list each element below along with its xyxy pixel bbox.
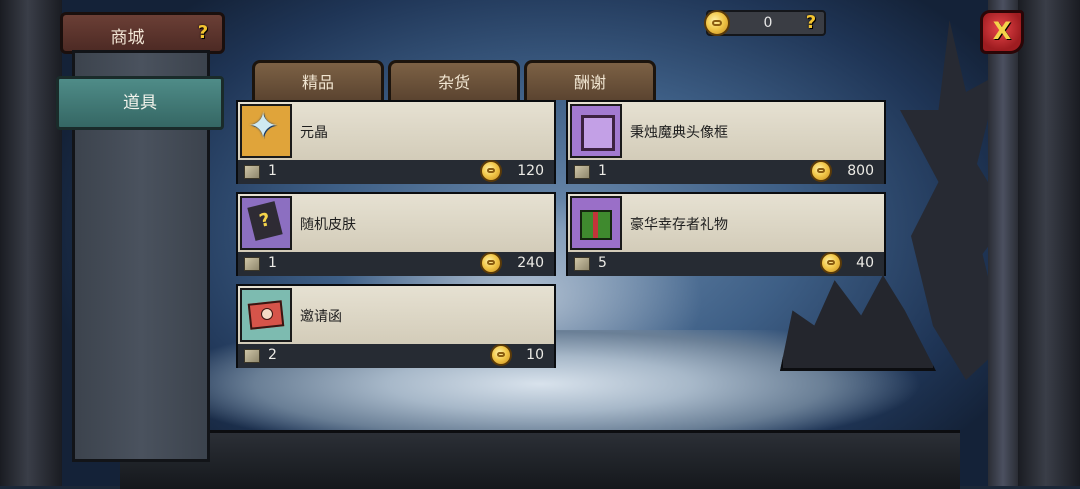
tab-premium[interactable]: 精品 [252,60,384,100]
currency-value: 0 [763,15,773,31]
item-quantity: 1 [268,163,277,179]
item-price: 40 [856,255,874,271]
coin-icon [810,160,832,182]
tab-rewards[interactable]: 酬谢 [524,60,656,100]
item-card-invitation[interactable]: 邀请函 2 10 [236,284,556,368]
right-pillar [1018,0,1080,486]
item-card-survivor-gift[interactable]: 豪华幸存者礼物 5 40 [566,192,886,276]
item-name: 邀请函 [300,309,342,325]
item-name: 豪华幸存者礼物 [630,217,728,233]
coin-icon [820,252,842,274]
close-button[interactable]: X [980,10,1024,54]
left-pillar [0,0,62,486]
crate-icon [244,257,260,271]
coin-icon [480,160,502,182]
item-grid: 元晶 1 120 秉烛魔典头像框 1 800 随机皮肤 1 24 [236,100,886,370]
item-footer: 2 10 [238,344,554,368]
item-price: 10 [526,347,544,363]
category-tab-items[interactable]: 道具 [56,76,224,130]
item-quantity: 5 [598,255,607,271]
coin-icon [480,252,502,274]
stage-edge [120,430,960,489]
item-footer: 1 120 [238,160,554,184]
crate-icon [244,349,260,363]
item-footer: 5 40 [568,252,884,276]
shop-title-banner: 商城 ? [60,12,225,54]
mystery-book-icon [240,196,292,250]
item-quantity: 2 [268,347,277,363]
gift-box-icon [570,196,622,250]
item-quantity: 1 [268,255,277,271]
item-footer: 1 240 [238,252,554,276]
crate-icon [574,257,590,271]
item-quantity: 1 [598,163,607,179]
coin-icon [704,10,730,36]
item-price: 120 [517,163,544,179]
crate-icon [574,165,590,179]
shop-title: 商城 [110,28,145,48]
tab-groceries[interactable]: 杂货 [388,60,520,100]
crystal-icon [240,104,292,158]
item-card-avatar-frame[interactable]: 秉烛魔典头像框 1 800 [566,100,886,184]
item-name: 随机皮肤 [300,217,356,233]
right-pillar-inner [988,0,1018,486]
item-name: 秉烛魔典头像框 [630,125,728,141]
help-icon[interactable]: ? [192,22,214,44]
item-card-random-skin[interactable]: 随机皮肤 1 240 [236,192,556,276]
item-card-crystal[interactable]: 元晶 1 120 [236,100,556,184]
currency-help-icon[interactable]: ? [800,12,822,34]
crate-icon [244,165,260,179]
item-price: 800 [847,163,874,179]
coin-icon [490,344,512,366]
item-footer: 1 800 [568,160,884,184]
item-price: 240 [517,255,544,271]
item-name: 元晶 [300,125,328,141]
invitation-letter-icon [240,288,292,342]
avatar-frame-icon [570,104,622,158]
currency-display: 0 ? [704,10,826,36]
